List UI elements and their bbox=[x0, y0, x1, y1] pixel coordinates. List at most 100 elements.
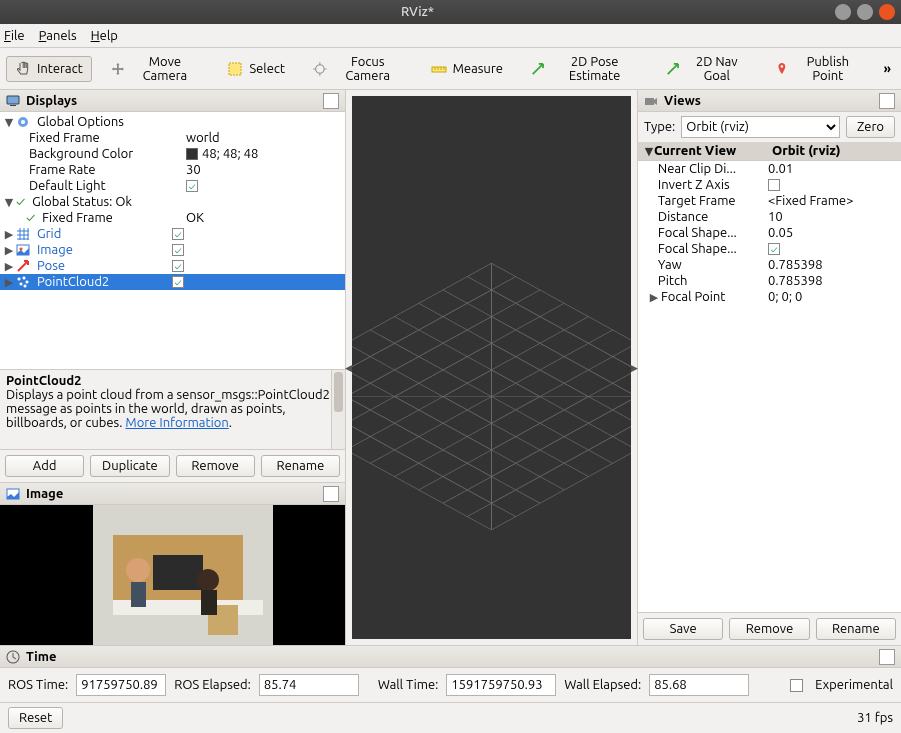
duplicate-button[interactable]: Duplicate bbox=[90, 455, 169, 477]
view-row-distance[interactable]: Distance10 bbox=[638, 209, 901, 225]
image-panel-title: Image bbox=[26, 487, 63, 501]
pin-icon bbox=[775, 61, 789, 77]
reset-button[interactable]: Reset bbox=[8, 707, 63, 729]
ros-time-field[interactable] bbox=[76, 674, 166, 696]
hand-icon bbox=[15, 61, 31, 77]
move-camera-label: Move Camera bbox=[131, 55, 200, 83]
views-title: Views bbox=[664, 94, 701, 108]
gear-icon bbox=[16, 115, 30, 129]
ros-elapsed-field[interactable] bbox=[259, 674, 359, 696]
fps-label: 31 fps bbox=[857, 711, 893, 725]
publish-point-button[interactable]: Publish Point bbox=[766, 50, 869, 88]
tree-row-frame-rate[interactable]: Frame Rate 30 bbox=[0, 162, 345, 178]
view-row-focal-point[interactable]: ▶Focal Point0; 0; 0 bbox=[638, 289, 901, 305]
image-viewport[interactable] bbox=[0, 505, 345, 645]
zero-button[interactable]: Zero bbox=[846, 116, 895, 138]
ros-time-label: ROS Time: bbox=[8, 678, 68, 692]
menu-help[interactable]: Help bbox=[91, 29, 118, 43]
minimize-icon[interactable] bbox=[835, 4, 851, 20]
checkbox-checked-icon[interactable]: ✓ bbox=[186, 180, 198, 192]
tree-row-pose[interactable]: ▶ Pose ✓ bbox=[0, 258, 345, 274]
crosshair-icon bbox=[313, 61, 327, 77]
wall-elapsed-label: Wall Elapsed: bbox=[564, 678, 641, 692]
remove-button[interactable]: Remove bbox=[176, 455, 255, 477]
select-button[interactable]: Select bbox=[218, 56, 294, 82]
move-camera-button[interactable]: Move Camera bbox=[102, 50, 209, 88]
view-row-target-frame[interactable]: Target Frame<Fixed Frame> bbox=[638, 193, 901, 209]
tree-row-image[interactable]: ▶ Image ✓ bbox=[0, 242, 345, 258]
displays-tree[interactable]: ▼ Global Options Fixed Frame world Backg… bbox=[0, 112, 345, 369]
views-type-select[interactable]: Orbit (rviz) bbox=[681, 116, 840, 138]
tree-row-global-status[interactable]: ▼✓ Global Status: Ok bbox=[0, 194, 345, 210]
views-float-button[interactable] bbox=[879, 93, 895, 109]
3d-viewport[interactable] bbox=[352, 96, 631, 639]
displays-title: Displays bbox=[26, 94, 77, 108]
wall-elapsed-field[interactable] bbox=[649, 674, 749, 696]
focus-camera-label: Focus Camera bbox=[333, 55, 403, 83]
wall-time-field[interactable] bbox=[446, 674, 556, 696]
time-float-button[interactable] bbox=[879, 649, 895, 665]
grid-icon bbox=[16, 227, 30, 241]
view-row-invert-z[interactable]: Invert Z Axis bbox=[638, 177, 901, 193]
maximize-icon[interactable] bbox=[857, 4, 873, 20]
toolbar: Interact Move Camera Select Focus Camera… bbox=[0, 48, 901, 90]
tree-row-default-light[interactable]: Default Light ✓ bbox=[0, 178, 345, 194]
tree-row-background-color[interactable]: Background Color 48; 48; 48 bbox=[0, 146, 345, 162]
select-icon bbox=[227, 61, 243, 77]
views-panel-header: Views bbox=[638, 90, 901, 112]
interact-button[interactable]: Interact bbox=[6, 56, 92, 82]
window-titlebar: RViz* bbox=[0, 0, 901, 24]
checkbox-checked-icon[interactable]: ✓ bbox=[172, 244, 184, 256]
tree-row-pointcloud2[interactable]: ▶ PointCloud2 ✓ bbox=[0, 274, 345, 290]
checkbox-checked-icon[interactable]: ✓ bbox=[172, 260, 184, 272]
displays-button-row: Add Duplicate Remove Rename bbox=[0, 449, 345, 482]
close-icon[interactable] bbox=[879, 4, 895, 20]
tree-row-fixed-frame[interactable]: Fixed Frame world bbox=[0, 130, 345, 146]
camera-icon bbox=[644, 94, 658, 108]
wall-time-label: Wall Time: bbox=[378, 678, 439, 692]
pose-estimate-button[interactable]: 2D Pose Estimate bbox=[522, 50, 648, 88]
tree-row-global-options[interactable]: ▼ Global Options bbox=[0, 114, 345, 130]
displays-float-button[interactable] bbox=[323, 93, 339, 109]
rename-button[interactable]: Rename bbox=[261, 455, 340, 477]
image-float-button[interactable] bbox=[323, 486, 339, 502]
toolbar-overflow-button[interactable]: » bbox=[880, 62, 895, 76]
checkbox-checked-icon[interactable]: ✓ bbox=[768, 243, 780, 255]
experimental-checkbox[interactable] bbox=[790, 679, 803, 692]
view-row-near-clip[interactable]: Near Clip Di...0.01 bbox=[638, 161, 901, 177]
image-panel-header: Image bbox=[0, 483, 345, 505]
ros-elapsed-label: ROS Elapsed: bbox=[174, 678, 251, 692]
focus-camera-button[interactable]: Focus Camera bbox=[304, 50, 412, 88]
checkbox-checked-icon[interactable]: ✓ bbox=[172, 228, 184, 240]
time-title: Time bbox=[26, 650, 56, 664]
displays-panel-header: Displays bbox=[0, 90, 345, 112]
move-icon bbox=[111, 61, 125, 77]
tree-row-grid[interactable]: ▶ Grid ✓ bbox=[0, 226, 345, 242]
menu-panels[interactable]: Panels bbox=[39, 29, 77, 43]
views-rename-button[interactable]: Rename bbox=[816, 618, 896, 640]
views-header-name: Current View bbox=[654, 144, 736, 158]
views-tree[interactable]: ▼Current View Orbit (rviz) Near Clip Di.… bbox=[638, 142, 901, 612]
views-save-button[interactable]: Save bbox=[643, 618, 723, 640]
view-row-focal-fixed[interactable]: Focal Shape...✓ bbox=[638, 241, 901, 257]
view-row-yaw[interactable]: Yaw0.785398 bbox=[638, 257, 901, 273]
checkbox-checked-icon[interactable]: ✓ bbox=[172, 276, 184, 288]
add-button[interactable]: Add bbox=[5, 455, 84, 477]
displays-icon bbox=[6, 94, 20, 108]
tree-row-status-fixed-frame[interactable]: ✓ Fixed Frame OK bbox=[0, 210, 345, 226]
pose-estimate-label: 2D Pose Estimate bbox=[551, 55, 639, 83]
scrollbar-vertical[interactable] bbox=[331, 370, 345, 449]
more-information-link[interactable]: More Information bbox=[125, 416, 228, 430]
nav-goal-button[interactable]: 2D Nav Goal bbox=[657, 50, 756, 88]
view-row-focal-size[interactable]: Focal Shape...0.05 bbox=[638, 225, 901, 241]
measure-label: Measure bbox=[453, 62, 503, 76]
views-remove-button[interactable]: Remove bbox=[729, 618, 809, 640]
image-icon bbox=[6, 487, 20, 501]
window-title: RViz* bbox=[6, 5, 829, 19]
publish-point-label: Publish Point bbox=[795, 55, 861, 83]
menu-file[interactable]: File bbox=[4, 29, 25, 43]
color-swatch[interactable] bbox=[186, 148, 198, 160]
measure-button[interactable]: Measure bbox=[422, 56, 512, 82]
view-row-pitch[interactable]: Pitch0.785398 bbox=[638, 273, 901, 289]
checkbox-unchecked-icon[interactable] bbox=[768, 179, 780, 191]
